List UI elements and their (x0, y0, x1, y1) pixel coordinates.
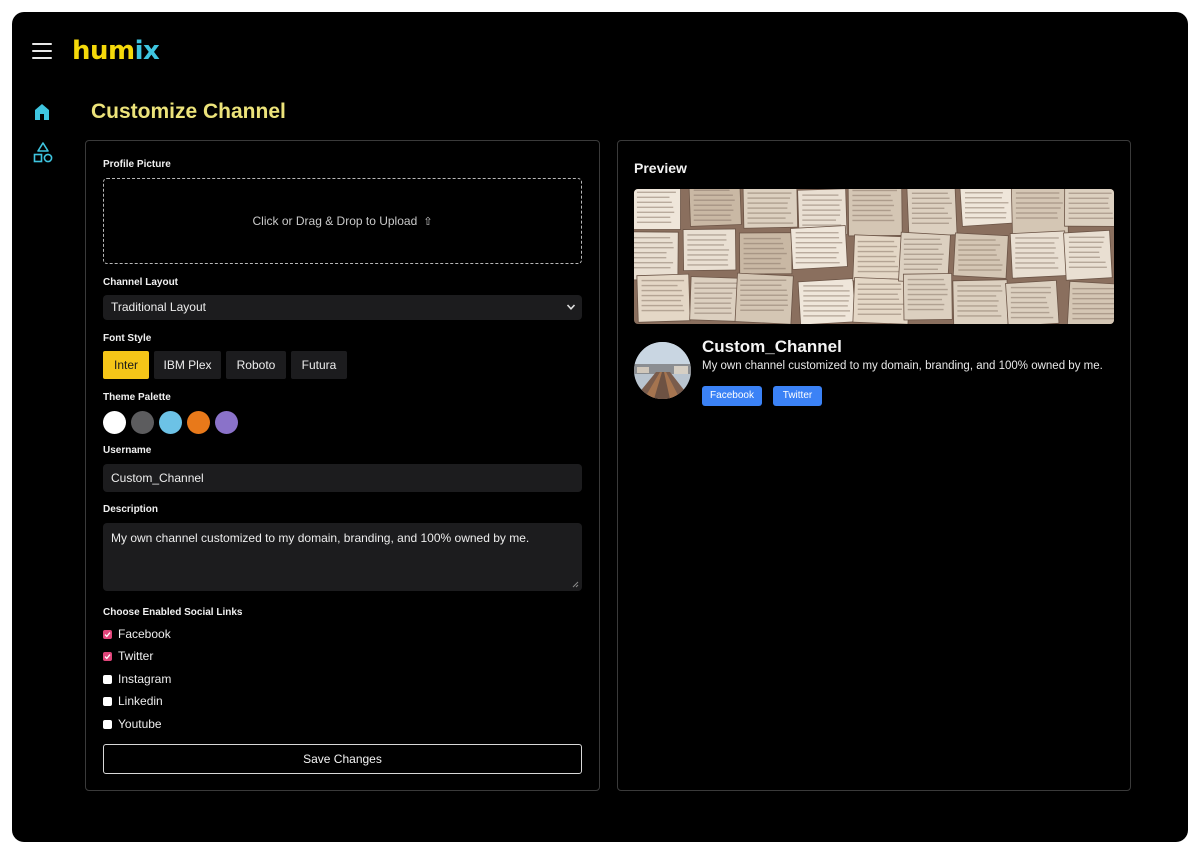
font-option-roboto[interactable]: Roboto (226, 351, 286, 379)
chevron-down-icon (566, 304, 576, 310)
channel-layout-value: Traditional Layout (111, 300, 206, 314)
description-textarea[interactable]: My own channel customized to my domain, … (103, 523, 582, 591)
palette-swatch-white[interactable] (103, 411, 126, 434)
social-label-youtube: Youtube (118, 717, 162, 731)
social-checkbox-linkedin[interactable]: Linkedin (103, 693, 163, 709)
font-option-futura[interactable]: Futura (291, 351, 347, 379)
app-window: humix Customize Channel Profile Picture … (12, 12, 1188, 842)
palette-swatch-purple[interactable] (215, 411, 238, 434)
channel-avatar (634, 342, 691, 399)
username-input[interactable]: Custom_Channel (103, 464, 582, 492)
customize-form-panel: Profile Picture Click or Drag & Drop to … (85, 140, 600, 791)
checkbox-icon[interactable] (103, 651, 112, 661)
description-text: My own channel customized to my domain, … (111, 531, 530, 545)
checkbox-icon[interactable] (103, 674, 112, 684)
palette-swatch-gray[interactable] (131, 411, 154, 434)
checkbox-icon[interactable] (103, 719, 112, 729)
channel-layout-select[interactable]: Traditional Layout (103, 295, 582, 320)
social-label-facebook: Facebook (118, 627, 171, 641)
humix-logo[interactable]: humix (72, 36, 160, 66)
font-option-ibm-plex[interactable]: IBM Plex (154, 351, 221, 379)
social-checkbox-twitter[interactable]: Twitter (103, 648, 153, 664)
checkbox-icon[interactable] (103, 629, 112, 639)
preview-facebook-button[interactable]: Facebook (702, 386, 762, 406)
font-option-inter[interactable]: Inter (103, 351, 149, 379)
logo-part-2: ix (134, 36, 160, 66)
home-icon[interactable] (34, 103, 50, 121)
shapes-icon[interactable] (33, 142, 53, 164)
social-label-linkedin: Linkedin (118, 694, 163, 708)
username-label: Username (103, 445, 152, 456)
social-label-twitter: Twitter (118, 649, 154, 663)
logo-part-1: hum (72, 36, 135, 66)
palette-swatch-blue[interactable] (159, 411, 182, 434)
preview-title: Preview (634, 160, 687, 176)
theme-palette-label: Theme Palette (103, 392, 171, 403)
page-title: Customize Channel (91, 100, 286, 123)
upload-text: Click or Drag & Drop to Upload (252, 214, 418, 228)
font-style-label: Font Style (103, 333, 152, 344)
preview-panel: Preview Custom_Channel My own channel cu… (617, 140, 1131, 791)
social-checkbox-instagram[interactable]: Instagram (103, 671, 171, 687)
profile-picture-dropzone[interactable]: Click or Drag & Drop to Upload ⇧ (103, 178, 582, 264)
social-label-instagram: Instagram (118, 672, 172, 686)
preview-channel-name: Custom_Channel (702, 337, 842, 356)
social-links-label: Choose Enabled Social Links (103, 607, 243, 618)
preview-twitter-button[interactable]: Twitter (773, 386, 822, 406)
channel-layout-label: Channel Layout (103, 277, 179, 288)
preview-channel-description: My own channel customized to my domain, … (702, 360, 1103, 372)
hamburger-menu-icon[interactable] (32, 43, 52, 59)
description-label: Description (103, 504, 159, 515)
upload-icon: ⇧ (423, 215, 433, 228)
checkbox-icon[interactable] (103, 696, 112, 706)
social-checkbox-youtube[interactable]: Youtube (103, 716, 162, 732)
resize-grip-icon[interactable] (572, 581, 579, 588)
palette-swatch-orange[interactable] (187, 411, 210, 434)
profile-picture-label: Profile Picture (103, 159, 171, 170)
save-changes-button[interactable]: Save Changes (103, 744, 582, 774)
channel-banner-image (634, 189, 1114, 324)
social-checkbox-facebook[interactable]: Facebook (103, 626, 171, 642)
